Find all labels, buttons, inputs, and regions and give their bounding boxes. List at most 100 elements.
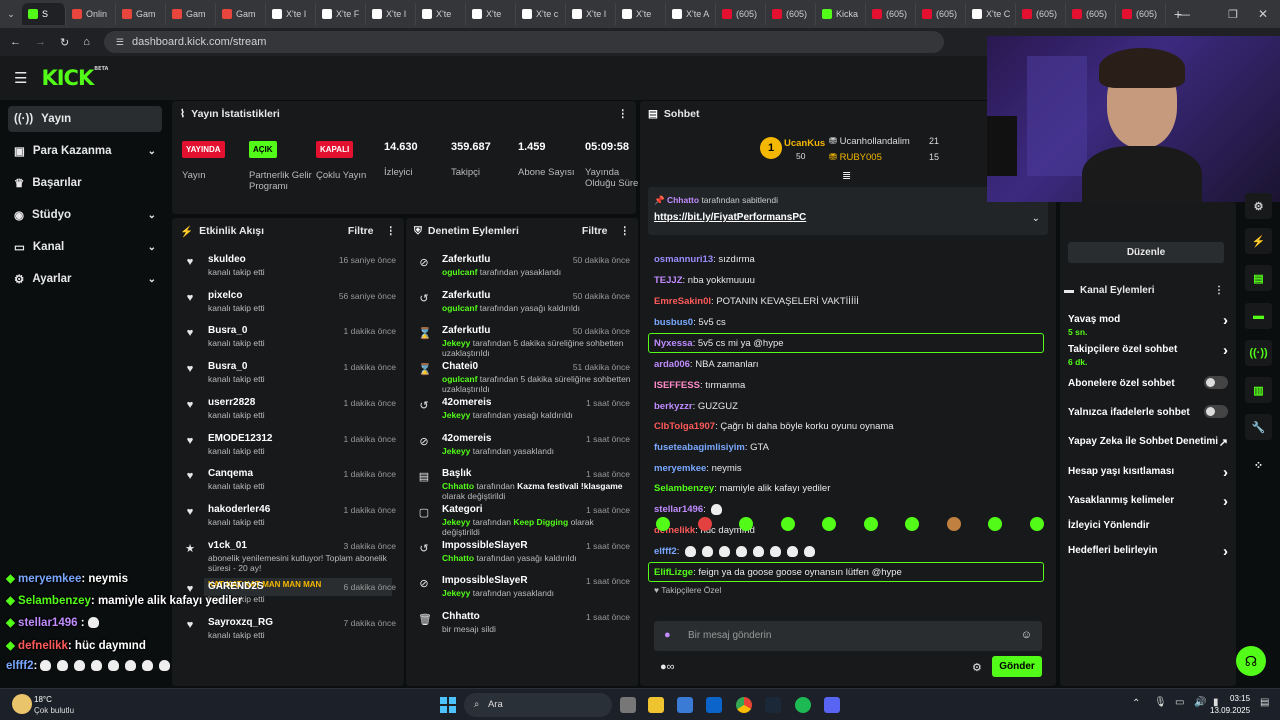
activity-user[interactable]: skuldeo xyxy=(208,254,246,265)
weather-temp[interactable]: 18°C xyxy=(34,695,52,704)
browser-tab[interactable]: Gam xyxy=(216,3,266,25)
moderator-name[interactable]: Chhatto xyxy=(442,553,474,563)
outlook-icon[interactable] xyxy=(706,697,722,713)
moderation-target[interactable]: ImpossibleSlayeR xyxy=(442,575,528,586)
sidebar-item-basarilar[interactable]: ♛ Başarılar xyxy=(8,170,162,196)
menu-icon[interactable]: ☰ xyxy=(14,69,27,87)
moderator-name[interactable]: Jekeyy xyxy=(442,338,470,348)
emoji-icon[interactable]: ☺ xyxy=(1021,629,1032,641)
chat-username[interactable]: busbus0 xyxy=(654,317,693,328)
send-button[interactable]: Gönder xyxy=(992,656,1042,677)
moderator-name[interactable]: Jekeyy xyxy=(442,446,470,456)
browser-tab[interactable]: Onlin xyxy=(66,3,116,25)
browser-tab[interactable]: X'te A xyxy=(666,3,716,25)
weather-text[interactable]: Çok bulutlu xyxy=(34,706,74,715)
filter-button[interactable]: Filtre xyxy=(582,225,608,237)
toggle-switch[interactable] xyxy=(1204,405,1228,418)
browser-tab[interactable]: X'te xyxy=(466,3,516,25)
moderation-target[interactable]: Chatei0 xyxy=(442,361,478,372)
more-options-icon[interactable]: ⋮ xyxy=(386,225,397,237)
file-explorer-icon[interactable] xyxy=(648,697,664,713)
browser-tab[interactable]: X'te I xyxy=(366,3,416,25)
channel-action-item[interactable]: Yavaş mod 5 sn. › xyxy=(1068,312,1228,337)
pinned-link[interactable]: https://bit.ly/FiyatPerformansPC xyxy=(654,212,806,223)
browser-tab[interactable]: Kicka xyxy=(816,3,866,25)
sidebar-item-ayarlar[interactable]: ⚙ Ayarlar ⌄ xyxy=(8,266,162,292)
moderator-name[interactable]: ogulcanf xyxy=(442,303,477,313)
rail-layout-icon[interactable]: ▥ xyxy=(1245,377,1272,403)
rail-doc-icon[interactable]: ▤ xyxy=(1245,265,1272,291)
browser-tab[interactable]: Gam xyxy=(116,3,166,25)
moderation-target[interactable]: Zaferkutlu xyxy=(442,290,490,301)
chat-username[interactable]: stellar1496 xyxy=(654,504,703,515)
moderator-name[interactable]: Jekeyy xyxy=(442,410,470,420)
chat-username[interactable]: TEJJZ xyxy=(654,275,683,286)
moderation-target[interactable]: 42omereis xyxy=(442,433,491,444)
reload-icon[interactable]: ↻ xyxy=(60,36,69,49)
browser-tab[interactable]: (605) xyxy=(1116,3,1166,25)
browser-tab[interactable]: S xyxy=(22,3,66,25)
rail-broadcast-icon[interactable]: ((·)) xyxy=(1245,340,1272,366)
moderation-target[interactable]: 42omereis xyxy=(442,397,491,408)
channel-action-item[interactable]: Hesap yaşı kısıtlaması › xyxy=(1068,464,1228,481)
browser-tab[interactable]: (605) xyxy=(766,3,816,25)
channel-action-item[interactable]: İzleyici Yönlendir xyxy=(1068,520,1228,531)
close-window-button[interactable]: ✕ xyxy=(1258,7,1268,21)
toggle-switch[interactable] xyxy=(1204,376,1228,389)
chat-username[interactable]: Nyxessa xyxy=(654,338,693,349)
emote-icon[interactable] xyxy=(946,517,961,531)
discord-icon[interactable] xyxy=(824,697,840,713)
activity-user[interactable]: Busra_0 xyxy=(208,325,247,336)
forward-icon[interactable]: → xyxy=(35,36,46,48)
emote-icon[interactable] xyxy=(863,517,878,531)
browser-tab[interactable]: Gam xyxy=(166,3,216,25)
url-field[interactable]: ☰ dashboard.kick.com/stream xyxy=(103,31,944,53)
channel-action-item[interactable]: Yasaklanmış kelimeler › xyxy=(1068,493,1228,510)
browser-tab[interactable]: (605) xyxy=(716,3,766,25)
emote-icon[interactable] xyxy=(905,517,919,531)
chevron-down-icon[interactable]: ⌄ xyxy=(1032,213,1040,224)
site-info-icon[interactable]: ☰ xyxy=(116,37,124,48)
rail-chat-icon[interactable]: ▬ xyxy=(1245,303,1272,329)
browser-tab[interactable]: X'te xyxy=(616,3,666,25)
activity-user[interactable]: Canqema xyxy=(208,468,253,479)
channel-action-item[interactable]: Yalnızca ifadelerle sohbet xyxy=(1068,405,1228,418)
moderation-target[interactable]: Zaferkutlu xyxy=(442,325,490,336)
activity-user[interactable]: pixelco xyxy=(208,290,242,301)
moderation-target[interactable]: Kategori xyxy=(442,504,483,515)
task-view-icon[interactable] xyxy=(620,697,636,713)
chat-username[interactable]: berkyzzr xyxy=(654,401,693,412)
steam-icon[interactable] xyxy=(765,697,781,713)
emote-icon[interactable] xyxy=(697,517,712,531)
emote-icon[interactable] xyxy=(780,517,795,531)
moderator-name[interactable]: Jekeyy xyxy=(442,517,470,527)
activity-user[interactable]: Sayroxzq_RG xyxy=(208,617,273,628)
sidebar-item-studyo[interactable]: ◉ Stüdyo ⌄ xyxy=(8,202,162,228)
emote-icon[interactable] xyxy=(656,517,670,531)
chat-username[interactable]: meryemkee xyxy=(654,463,706,474)
browser-tab[interactable]: (605) xyxy=(1066,3,1116,25)
filter-button[interactable]: Filtre xyxy=(348,225,374,237)
leaderboard-icon[interactable]: ≣ xyxy=(842,169,851,182)
channel-action-item[interactable]: Takipçilere özel sohbet 6 dk. › xyxy=(1068,342,1228,367)
browser-tab[interactable]: X'te I xyxy=(266,3,316,25)
windows-start-icon[interactable] xyxy=(440,697,456,713)
channel-action-item[interactable]: Abonelere özel sohbet xyxy=(1068,376,1228,389)
browser-tab[interactable]: X'te C xyxy=(966,3,1016,25)
minimize-button[interactable]: — xyxy=(1178,7,1190,21)
emote-icon[interactable] xyxy=(1029,517,1044,531)
activity-user[interactable]: userr2828 xyxy=(208,397,255,408)
activity-user[interactable]: EMODE12312 xyxy=(208,433,272,444)
emote-icon[interactable] xyxy=(739,517,753,531)
chat-username[interactable]: EmreSakin0l xyxy=(654,296,711,307)
chat-username[interactable]: osmannuri13 xyxy=(654,254,713,265)
spotify-icon[interactable] xyxy=(795,697,811,713)
emote-icon[interactable] xyxy=(988,517,1002,531)
back-icon[interactable]: ← xyxy=(10,36,21,48)
home-icon[interactable]: ⌂ xyxy=(83,36,90,48)
moderator-name[interactable]: Jekeyy xyxy=(442,588,470,598)
moderator-name[interactable]: Chhatto xyxy=(442,481,474,491)
sidebar-item-para-kazanma[interactable]: ▣ Para Kazanma ⌄ xyxy=(8,138,162,164)
chat-username[interactable]: ElifLizge xyxy=(654,567,693,578)
rail-wrench-icon[interactable]: 🔧 xyxy=(1245,414,1272,440)
